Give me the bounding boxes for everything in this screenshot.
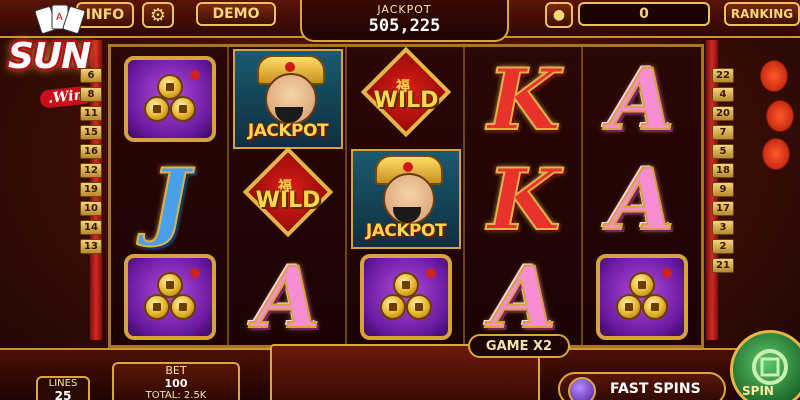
lantern-decoration	[760, 60, 788, 92]
jackpot-symbol-text: JACKPOT	[365, 221, 447, 241]
playing-cards-icon: A	[34, 4, 86, 34]
lines-display[interactable]: LINES 25	[36, 376, 90, 400]
left-line-numbers: 6 8 11 15 16 12 19 10 14 13	[80, 68, 102, 258]
payline-number[interactable]: 11	[80, 106, 102, 121]
wild-text: WILD	[373, 88, 439, 113]
reel-divider	[463, 47, 465, 345]
coins-symbol	[587, 247, 697, 347]
reel-divider	[227, 47, 229, 345]
fast-spins-gem-icon	[568, 377, 596, 400]
reel-divider	[581, 47, 583, 345]
settings-button[interactable]: ⚙	[142, 2, 174, 28]
coins-symbol	[115, 247, 225, 347]
fast-spins-label: FAST SPINS	[610, 381, 701, 397]
right-line-numbers: 22 4 20 7 5 18 9 17 3 2 21	[712, 68, 734, 277]
coins-symbol	[115, 49, 225, 149]
letter-a-symbol: A	[587, 49, 697, 150]
reel-grid: J JACKPOT 福 WILD A 福 WILD JACKPOT K K A A A	[108, 44, 704, 348]
lines-label: LINES	[48, 378, 78, 389]
coins-symbol	[351, 247, 461, 347]
payline-number[interactable]: 18	[712, 163, 734, 178]
payline-number[interactable]: 6	[80, 68, 102, 83]
bet-display[interactable]: BET 100 TOTAL: 2.5K	[112, 362, 240, 400]
payline-number[interactable]: 21	[712, 258, 734, 273]
payline-number[interactable]: 5	[712, 144, 734, 159]
lantern-decoration	[762, 138, 790, 170]
lines-value: 25	[54, 389, 72, 400]
balance-display: 0	[578, 2, 710, 26]
coin-icon: ●	[552, 7, 566, 23]
letter-k: K	[486, 149, 561, 250]
letter-a-symbol: A	[469, 247, 579, 348]
ranking-button[interactable]: RANKING	[724, 2, 800, 26]
lantern-decoration	[766, 100, 794, 132]
payline-number[interactable]: 2	[712, 239, 734, 254]
wild-symbol: 福 WILD	[351, 46, 461, 149]
payline-number[interactable]: 14	[80, 220, 102, 235]
demo-label: DEMO	[212, 6, 260, 22]
payline-number[interactable]: 19	[80, 182, 102, 197]
payline-number[interactable]: 7	[712, 125, 734, 140]
wild-text: WILD	[255, 188, 321, 213]
letter-a: A	[490, 247, 557, 348]
jackpot-display: JACKPOT 505,225	[300, 0, 509, 42]
payline-number[interactable]: 17	[712, 201, 734, 216]
ranking-label: RANKING	[730, 7, 794, 21]
letter-a: A	[608, 149, 675, 250]
payline-number[interactable]: 15	[80, 125, 102, 140]
payline-number[interactable]: 20	[712, 106, 734, 121]
payline-number[interactable]: 12	[80, 163, 102, 178]
demo-button[interactable]: DEMO	[196, 2, 276, 26]
letter-k-symbol: K	[469, 149, 579, 250]
letter-k: K	[486, 49, 561, 150]
balance-add-button[interactable]: ●	[545, 2, 573, 28]
payline-number[interactable]: 10	[80, 201, 102, 216]
payline-number[interactable]: 9	[712, 182, 734, 197]
wild-symbol: 福 WILD	[233, 146, 343, 249]
spin-label: SPIN	[742, 384, 774, 398]
bet-value: 100	[164, 377, 188, 390]
jackpot-symbol-text: JACKPOT	[247, 121, 329, 141]
letter-a-symbol: A	[587, 149, 697, 250]
game-multiplier-label: GAME X2	[485, 338, 553, 354]
jackpot-god-symbol: JACKPOT	[233, 49, 343, 149]
reel-divider	[345, 47, 347, 345]
sunwin-logo: A SUN .Win	[2, 0, 122, 120]
payline-number[interactable]: 13	[80, 239, 102, 254]
fast-spins-button[interactable]: FAST SPINS	[558, 372, 726, 400]
bet-label: BET	[165, 364, 187, 377]
payline-number[interactable]: 4	[712, 87, 734, 102]
payline-number[interactable]: 22	[712, 68, 734, 83]
logo-text: SUN	[8, 36, 91, 77]
letter-k-symbol: K	[469, 49, 579, 150]
letter-a: A	[608, 49, 675, 150]
payline-number[interactable]: 16	[80, 144, 102, 159]
total-label: TOTAL	[145, 390, 178, 400]
jackpot-label: JACKPOT	[377, 3, 432, 16]
game-multiplier-badge: GAME X2	[468, 334, 570, 358]
game-screen: INFO ⚙ DEMO ● 0 RANKING JACKPOT 505,225 …	[0, 0, 800, 400]
jackpot-god-symbol: JACKPOT	[351, 149, 461, 249]
jackpot-value: 505,225	[368, 16, 441, 36]
svg-text:A: A	[56, 12, 63, 23]
letter-j-symbol: J	[115, 149, 225, 250]
balance-value: 0	[639, 6, 649, 22]
letter-j: J	[149, 149, 191, 250]
letter-a-symbol: A	[233, 247, 343, 348]
payline-number[interactable]: 3	[712, 220, 734, 235]
settings-gear-icon: ⚙	[149, 4, 167, 26]
letter-a: A	[254, 247, 321, 348]
total-value: 2.5K	[183, 390, 207, 400]
payline-number[interactable]: 8	[80, 87, 102, 102]
